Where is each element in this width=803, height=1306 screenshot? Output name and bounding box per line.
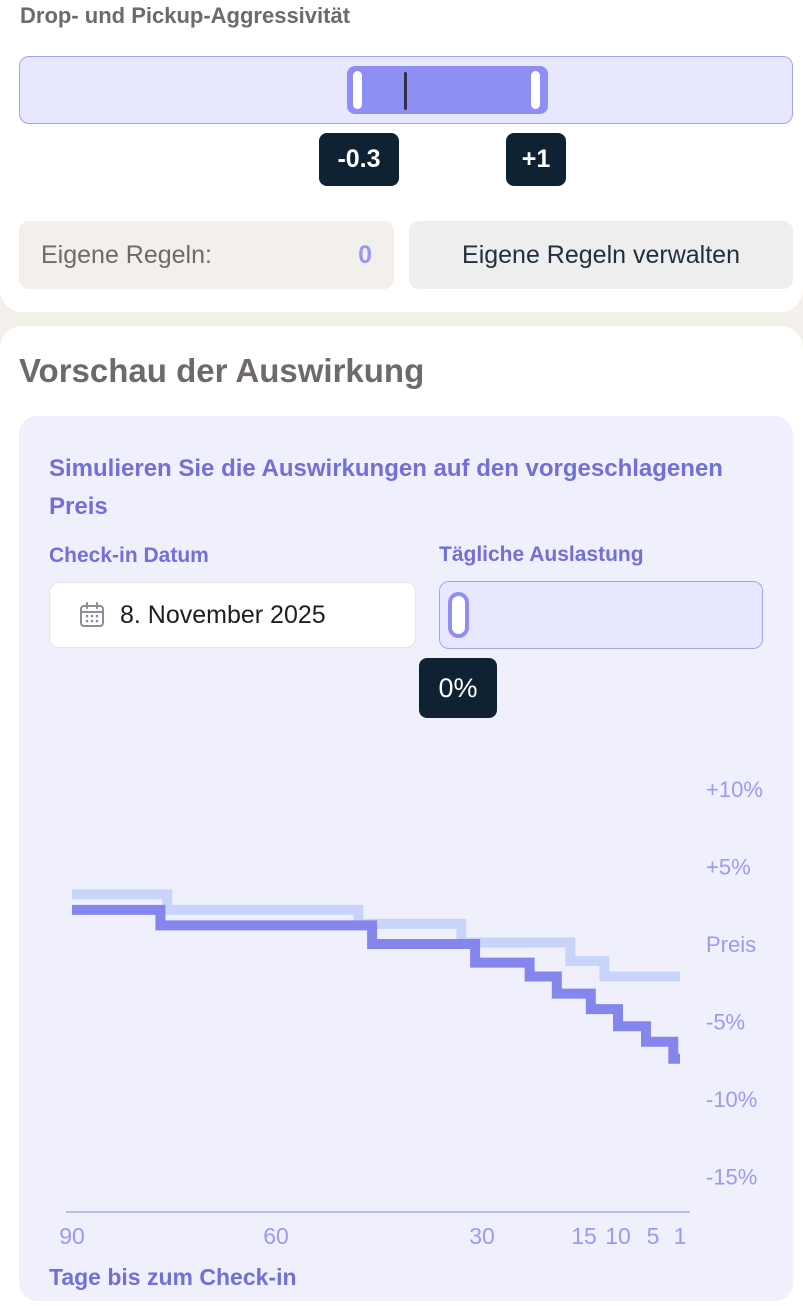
y-tick-label: +5% — [706, 855, 751, 880]
y-tick-label: +10% — [706, 777, 763, 802]
y-tick-label: -10% — [706, 1087, 757, 1112]
x-tick-label: 60 — [263, 1223, 289, 1249]
x-tick-label: 10 — [605, 1223, 631, 1249]
y-tick-label: -5% — [706, 1010, 745, 1035]
x-tick-label: 5 — [647, 1223, 660, 1249]
chart-series-line-2 — [72, 904, 680, 1064]
x-tick-label: 15 — [571, 1223, 597, 1249]
y-tick-label: -15% — [706, 1165, 757, 1190]
y-tick-label: Preis — [706, 932, 756, 957]
x-tick-label: 90 — [59, 1223, 85, 1249]
x-axis-title: Tage bis zum Check-in — [49, 1264, 297, 1290]
price-impact-chart: +10% +5% Preis -5% -10% -15% 90 60 30 15 10 5 1 Tage … — [49, 777, 763, 1290]
x-tick-label: 1 — [674, 1223, 687, 1249]
x-tick-label: 30 — [469, 1223, 495, 1249]
